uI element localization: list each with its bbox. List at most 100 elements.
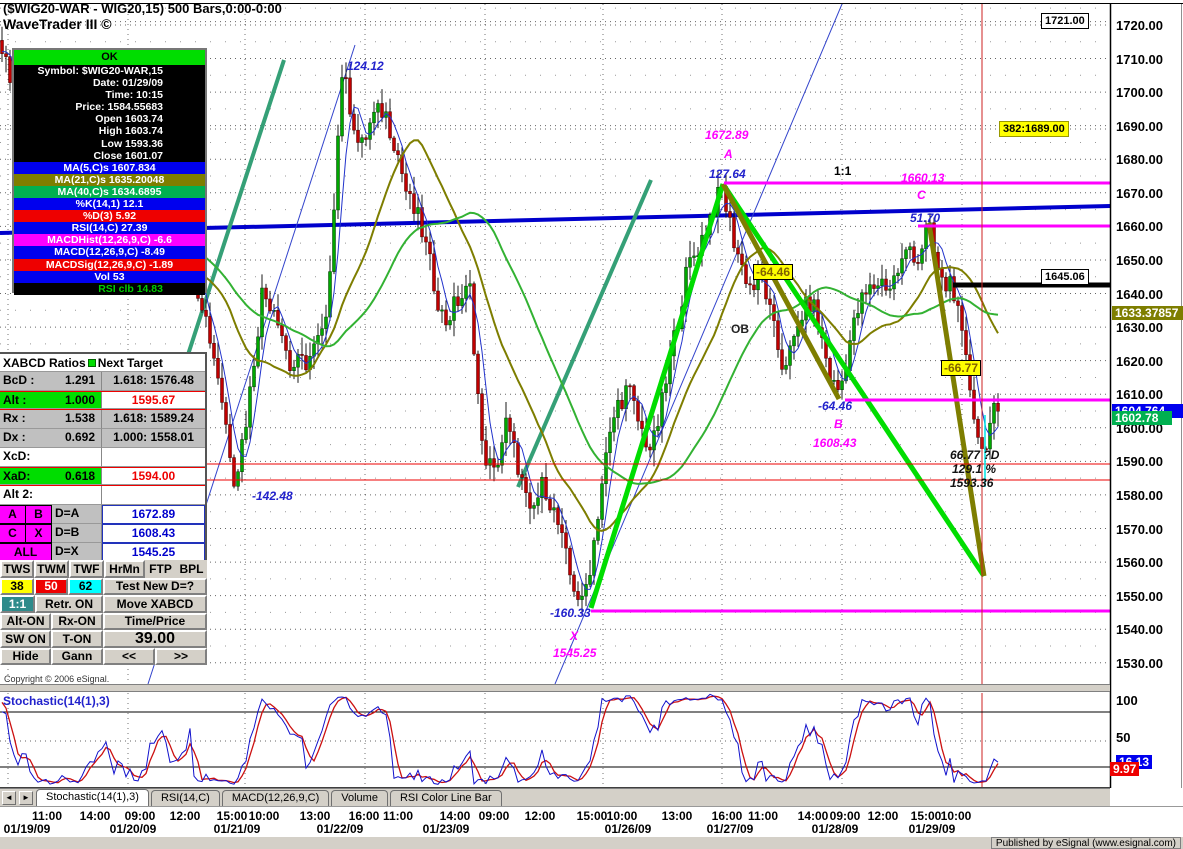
chart-annotation: 1593.36 bbox=[950, 476, 994, 490]
control-button-t-on[interactable]: T-ON bbox=[51, 630, 103, 648]
price-axis-label: 1670.00 bbox=[1116, 185, 1163, 201]
time-axis-time-label: 13:00 bbox=[299, 809, 331, 823]
time-axis-time-label: 12:00 bbox=[524, 809, 556, 823]
xabcd-ratio-cell: Rx :1.538 bbox=[0, 410, 102, 429]
control-button-twm[interactable]: TWM bbox=[34, 560, 69, 578]
xabcd-point-button[interactable]: C bbox=[0, 524, 26, 543]
price-axis-label: 1660.00 bbox=[1116, 219, 1163, 235]
tab-stochastic-14-1-3-[interactable]: Stochastic(14(1),3) bbox=[36, 789, 149, 806]
chart-annotation: X bbox=[570, 629, 579, 643]
time-axis-date-label: 01/19/09 bbox=[3, 822, 51, 836]
wavetrader-window: ($WIG20-WAR - WIG20,15) 500 Bars,0:00-0:… bbox=[0, 0, 1183, 849]
control-button-38[interactable]: 38 bbox=[0, 577, 34, 595]
xabcd-ratio-cell: XcD: bbox=[0, 448, 102, 467]
control-button-50[interactable]: 50 bbox=[34, 577, 68, 595]
time-axis-time-label: 09:00 bbox=[124, 809, 156, 823]
tab-volume[interactable]: Volume bbox=[331, 790, 388, 806]
time-axis-time-label: 10:00 bbox=[248, 809, 280, 823]
xabcd-ratio-cell: Alt 2: bbox=[0, 486, 102, 505]
price-axis-label: 1640.00 bbox=[1116, 286, 1163, 302]
time-axis-time-label: 12:00 bbox=[169, 809, 201, 823]
control-button-1-1[interactable]: 1:1 bbox=[0, 595, 35, 613]
control-button-hide[interactable]: Hide bbox=[0, 647, 51, 665]
control-button-alt-on[interactable]: Alt-ON bbox=[0, 612, 51, 630]
control-button-ftp[interactable]: FTP bbox=[145, 560, 176, 578]
control-button-sw-on[interactable]: SW ON bbox=[0, 630, 51, 648]
time-axis-date-label: 01/23/09 bbox=[422, 822, 470, 836]
controls-row: SW ON T-ON 39.00 bbox=[0, 630, 207, 648]
tab-scroll-left-icon[interactable]: ◄ bbox=[2, 791, 16, 805]
xabcd-matrix-row: C X D=B 1608.43 bbox=[0, 524, 205, 543]
xabcd-ratios-panel: XABCD Ratios Next Target BcD :1.291 1.618… bbox=[0, 352, 207, 564]
chart-annotation: -64.46 bbox=[818, 399, 853, 413]
data-window-row: RSI(14,C) 27.39 bbox=[14, 222, 205, 235]
time-axis-time-label: 15:00 bbox=[216, 809, 248, 823]
chart-annotation: 66.77 ?D bbox=[950, 448, 1000, 462]
control-button-hrmn[interactable]: HrMn bbox=[104, 560, 145, 578]
chart-annotation: OB bbox=[731, 322, 749, 336]
control-button-test-new-d-[interactable]: Test New D=? bbox=[103, 577, 207, 595]
data-window-row: MACDHist(12,26,9,C) -6.6 bbox=[14, 234, 205, 247]
price-axis-label: 1530.00 bbox=[1116, 655, 1163, 671]
stoch-axis-label: 50 bbox=[1116, 730, 1131, 745]
tab-scroll-right-icon[interactable]: ► bbox=[19, 791, 33, 805]
tab-rsi-14-c-[interactable]: RSI(14,C) bbox=[150, 790, 220, 806]
control-button--[interactable]: >> bbox=[155, 647, 207, 665]
xabcd-point-button[interactable]: B bbox=[26, 505, 52, 524]
data-window-row: MACDSig(12,26,9,C) -1.89 bbox=[14, 258, 205, 271]
data-window-row: Price: 1584.55683 bbox=[14, 101, 205, 114]
price-axis-label: 1720.00 bbox=[1116, 17, 1163, 33]
control-button-twf[interactable]: TWF bbox=[69, 560, 104, 578]
tab-rsi-color-line-bar[interactable]: RSI Color Line Bar bbox=[389, 790, 502, 806]
data-window-row: MA(21,C)s 1635.20048 bbox=[14, 173, 205, 186]
time-axis-time-label: 14:00 bbox=[439, 809, 471, 823]
chart-annotation: 124.12 bbox=[347, 59, 384, 73]
xabcd-row: Rx :1.538 1.618: 1589.24 bbox=[0, 410, 205, 429]
publisher-label: Published by eSignal (www.esignal.com) bbox=[990, 837, 1181, 849]
indicator-tab-bar: ◄ ► Stochastic(14(1),3) RSI(14,C) MACD(12,26… bbox=[0, 788, 1110, 806]
control-button-gann[interactable]: Gann bbox=[51, 647, 103, 665]
xabcd-row: BcD :1.291 1.618: 1576.48 bbox=[0, 372, 205, 391]
control-button-bpl[interactable]: BPL bbox=[176, 560, 207, 578]
control-button-39-00[interactable]: 39.00 bbox=[103, 630, 207, 648]
price-axis-label: 1560.00 bbox=[1116, 555, 1163, 571]
time-axis-time-label: 10:00 bbox=[940, 809, 972, 823]
xabcd-row: Alt 2: bbox=[0, 486, 205, 505]
time-axis-date-label: 01/29/09 bbox=[908, 822, 956, 836]
xabcd-point-button[interactable]: X bbox=[26, 524, 52, 543]
control-button-62[interactable]: 62 bbox=[68, 577, 103, 595]
xabcd-header-right: Next Target bbox=[97, 356, 163, 370]
chart-annotation: B bbox=[834, 417, 843, 431]
data-window-ok-badge[interactable]: OK bbox=[14, 50, 205, 65]
data-window-panel: OK Symbol: $WIG20-WAR,15 Date: 01/29/09 Ti… bbox=[12, 48, 207, 295]
price-axis-label: 1590.00 bbox=[1116, 454, 1163, 470]
control-button-time-price[interactable]: Time/Price bbox=[103, 612, 207, 630]
floating-price-box: 382:1689.00 bbox=[999, 121, 1069, 137]
time-axis-date-label: 01/26/09 bbox=[604, 822, 652, 836]
xabcd-point-button[interactable]: A bbox=[0, 505, 26, 524]
data-window-row: %D(3) 5.92 bbox=[14, 210, 205, 223]
wavetrader-label: WaveTrader III © bbox=[3, 16, 112, 32]
price-axis-label: 1650.00 bbox=[1116, 252, 1163, 268]
price-axis-label: 1540.00 bbox=[1116, 622, 1163, 638]
control-button-retr-on[interactable]: Retr. ON bbox=[35, 595, 103, 613]
chart-annotation: 1660.13 bbox=[901, 171, 945, 185]
control-button--[interactable]: << bbox=[103, 647, 155, 665]
data-window-row: Time: 10:15 bbox=[14, 89, 205, 102]
chart-annotation: -64.46 bbox=[753, 264, 794, 280]
floating-price-box: 1645.06 bbox=[1041, 269, 1089, 285]
time-axis-time-label: 11:00 bbox=[31, 809, 63, 823]
control-button-move-xabcd[interactable]: Move XABCD bbox=[103, 595, 207, 613]
controls-row: 38 50 62 Test New D=? bbox=[0, 577, 207, 595]
copyright-label: Copyright © 2006 eSignal. bbox=[4, 674, 110, 684]
xabcd-row: XaD: 0.618 1594.00 bbox=[0, 467, 205, 486]
control-button-rx-on[interactable]: Rx-ON bbox=[51, 612, 103, 630]
time-axis-time-label: 11:00 bbox=[382, 809, 414, 823]
controls-row: Hide Gann << >> bbox=[0, 647, 207, 665]
data-window-row: MACD(12,26,9,C) -8.49 bbox=[14, 246, 205, 259]
control-button-tws[interactable]: TWS bbox=[0, 560, 34, 578]
xabcd-rows: BcD :1.291 1.618: 1576.48 Alt :1.000 1595.6… bbox=[0, 372, 205, 562]
tab-macd-12-26-9-c-[interactable]: MACD(12,26,9,C) bbox=[221, 790, 330, 806]
stoch-axis-label: 100 bbox=[1116, 693, 1138, 708]
xabcd-target-cell: 1594.00 bbox=[102, 468, 205, 485]
